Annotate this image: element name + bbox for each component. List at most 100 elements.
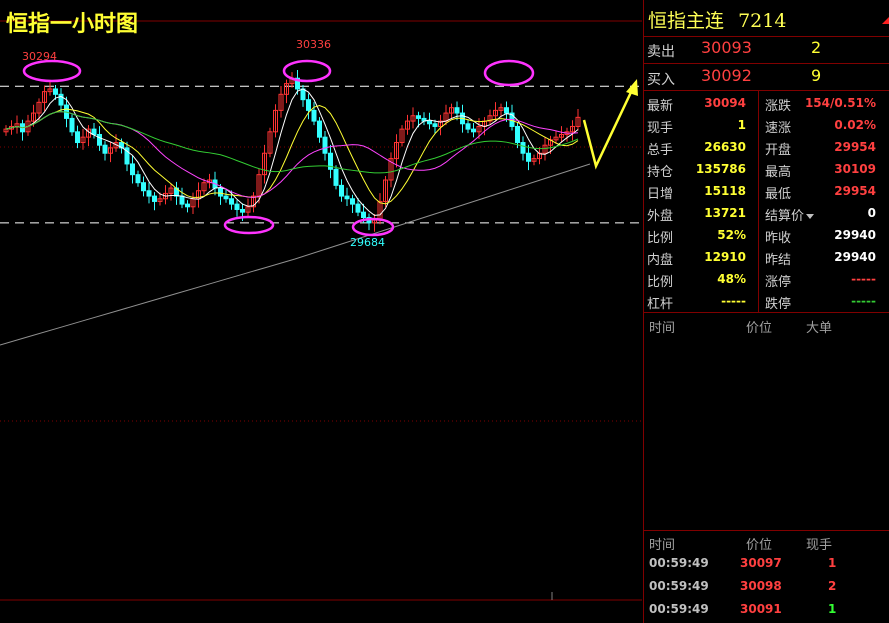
stat-label: 外盘 <box>647 209 674 224</box>
bid-label: 买入 <box>647 72 675 88</box>
candle-body <box>465 123 471 130</box>
bigorder-big-header: 大单 <box>806 321 833 336</box>
stat-label: 最高 <box>765 165 792 180</box>
candle-body <box>344 195 350 200</box>
candle-body <box>526 152 531 162</box>
candle-body <box>58 93 64 106</box>
tick-price: 30097 <box>740 556 782 570</box>
stat-label: 内盘 <box>647 253 674 268</box>
stat-label: 昨收 <box>765 231 792 246</box>
stat-label: 开盘 <box>765 143 792 158</box>
candle-body <box>234 203 240 210</box>
symbol-title: 恒指主连 7214 <box>648 6 786 33</box>
stat-value: 0 <box>867 206 876 220</box>
candle-body <box>130 163 135 176</box>
candlestick-chart: 30294 30336 29684 <box>0 20 642 601</box>
stat-value: ----- <box>721 294 746 308</box>
candle-body <box>350 198 355 205</box>
stat-label: 持仓 <box>647 165 674 180</box>
stat-label: 现手 <box>647 121 674 136</box>
bid-price[interactable]: 30092 <box>701 66 752 85</box>
candle-body <box>69 117 75 133</box>
stat-label: 比例 <box>647 231 674 246</box>
stat-value: 48% <box>717 272 746 286</box>
ma5-line <box>5 88 579 216</box>
quote-panel: 恒指主连 7214 卖出 30093 2 买入 30092 9 最新 30094 涨… <box>643 0 889 623</box>
stat-value: 30094 <box>704 96 746 110</box>
candle-body <box>454 107 460 114</box>
tick-volume: 2 <box>828 579 837 593</box>
peak-circle <box>22 59 82 83</box>
tick-price: 30098 <box>740 579 782 593</box>
stat-label: 跌停 <box>765 297 792 312</box>
tick-time: 00:59:49 <box>649 556 709 570</box>
candle-body <box>361 211 366 219</box>
tick-volume: 1 <box>828 602 837 616</box>
candle-body <box>102 144 108 154</box>
peak-circle <box>483 59 535 87</box>
forecast-arrow <box>582 87 635 170</box>
corner-arrow-icon <box>882 16 889 24</box>
stat-value: 29954 <box>834 140 876 154</box>
trough-label: 29684 <box>350 236 385 249</box>
bid-volume: 9 <box>811 66 822 85</box>
candle-body <box>218 187 223 197</box>
candle-body <box>317 120 322 138</box>
tick-time-header: 时间 <box>649 538 676 553</box>
candle-body <box>240 208 245 213</box>
stat-value: 1 <box>737 118 746 132</box>
stat-label: 速涨 <box>765 121 792 136</box>
bigorder-time-header: 时间 <box>649 321 676 336</box>
peak-label: 30294 <box>22 50 57 63</box>
candle-body <box>306 99 311 111</box>
tick-volume-header: 现手 <box>806 538 833 553</box>
stat-value: 154/0.51% <box>804 96 876 110</box>
stat-value: 26630 <box>704 140 746 154</box>
candle-body <box>333 168 339 186</box>
candle-body <box>223 195 229 200</box>
candle-body <box>300 88 306 101</box>
candle-body <box>427 120 432 125</box>
candle-body <box>146 190 152 197</box>
stat-label: 涨停 <box>765 275 792 290</box>
peak-circle <box>282 59 332 83</box>
peak-label: 30336 <box>296 38 331 51</box>
stat-label: 比例 <box>647 275 674 290</box>
tick-time: 00:59:49 <box>649 602 709 616</box>
stat-value: 13721 <box>704 206 746 220</box>
stat-label: 最低 <box>765 187 792 202</box>
stat-label: 涨跌 <box>765 99 792 114</box>
stat-value: 29954 <box>834 184 876 198</box>
chart-area: 30294 30336 29684 恒指一小时图 <box>0 0 642 623</box>
tick-time: 00:59:49 <box>649 579 709 593</box>
candle-body <box>504 107 509 114</box>
stat-value: 52% <box>717 228 746 242</box>
stat-value: 29940 <box>834 228 876 242</box>
tick-price-header: 价位 <box>746 538 773 553</box>
candle-body <box>135 174 141 184</box>
candle-body <box>141 182 146 192</box>
candle-body <box>311 109 317 122</box>
stat-value: 135786 <box>695 162 746 176</box>
candle-body <box>520 142 526 154</box>
ask-volume: 2 <box>811 38 822 57</box>
stat-value: 15118 <box>704 184 746 198</box>
symbol-code: 7214 <box>738 10 787 32</box>
stat-label: 杠杆 <box>647 297 674 312</box>
chart-title: 恒指一小时图 <box>6 12 139 37</box>
candle-body <box>97 133 102 146</box>
candle-body <box>515 125 520 144</box>
ask-price[interactable]: 30093 <box>701 38 752 57</box>
tick-volume: 1 <box>828 556 837 570</box>
stat-value: 29940 <box>834 250 876 264</box>
candle-body <box>152 195 157 202</box>
stat-value: 0.02% <box>834 118 876 132</box>
candle-body <box>185 203 190 208</box>
ma10-line <box>5 105 579 205</box>
stat-label: 日增 <box>647 187 674 202</box>
stat-value: 30109 <box>834 162 876 176</box>
trough-circle <box>223 215 275 235</box>
candle-body <box>229 198 234 205</box>
ask-label: 卖出 <box>647 44 675 60</box>
candle-body <box>471 128 476 133</box>
